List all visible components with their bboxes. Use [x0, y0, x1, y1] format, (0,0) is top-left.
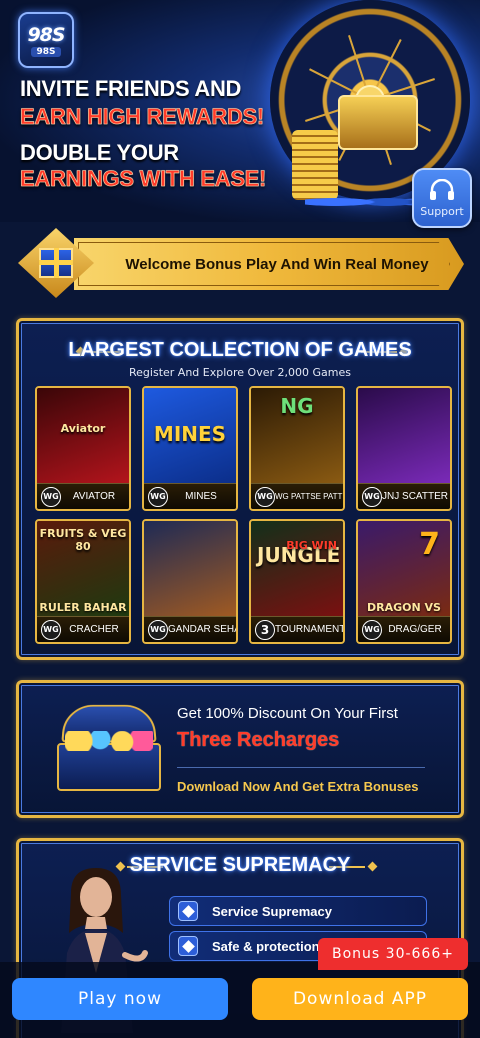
game-art-text: Aviator — [60, 422, 106, 435]
game-artwork: JUNGLE BIG WIN — [251, 521, 343, 616]
game-name: WG PATTSE PATTI — [275, 492, 343, 501]
hero-line-1: INVITE FRIENDS AND — [20, 76, 242, 101]
game-tile[interactable]: WG JNJ SCATTER — [356, 386, 452, 511]
game-provider-badge: 3 — [255, 619, 275, 640]
service-item-label: Service Supremacy — [212, 903, 332, 919]
game-tile[interactable]: MINES WG MINES — [142, 386, 238, 511]
game-art-text: MINES — [153, 422, 227, 446]
diamond-icon — [178, 936, 198, 956]
support-button[interactable]: Support — [412, 168, 472, 228]
logo-text: 98S — [27, 23, 65, 46]
game-artwork: FRUITS & VEG 80 RULER BAHAR — [37, 521, 129, 616]
discount-line-2: Three Recharges — [177, 729, 340, 751]
discount-line-1: Get 100% Discount On Your First — [177, 705, 398, 722]
headset-icon — [430, 178, 454, 200]
game-tile[interactable]: NG WG WG PATTSE PATTI — [249, 386, 345, 511]
brand-logo[interactable]: 98S 98S — [18, 12, 74, 68]
game-name: CRACHER — [69, 624, 119, 635]
game-name: DRAG/GER — [388, 624, 442, 635]
treasure-chest-icon — [49, 703, 169, 793]
game-art-text: 7 — [419, 527, 440, 562]
game-tile-footer: WG JNJ SCATTER — [358, 483, 450, 509]
game-tile[interactable]: JUNGLE BIG WIN 3 TOURNAMENT — [249, 519, 345, 644]
game-name: AVIATOR — [72, 491, 116, 502]
hero-line-3: DOUBLE YOUR — [20, 140, 179, 165]
discount-line-3: Download Now And Get Extra Bonuses — [177, 779, 419, 794]
game-artwork — [358, 388, 450, 483]
game-artwork: 7DRAGON VS TIGER — [358, 521, 450, 627]
game-provider-badge: WG — [148, 619, 168, 640]
game-art-text: NG — [280, 394, 314, 418]
game-name: MINES — [185, 491, 217, 502]
game-provider-badge: WG — [255, 486, 275, 507]
game-tile[interactable]: 7DRAGON VS TIGERWG DRAG/GER — [356, 519, 452, 644]
game-tile-footer: WG CRACHER — [37, 616, 129, 642]
game-tile-footer: 3 TOURNAMENT — [251, 616, 343, 642]
game-tile[interactable]: WGGANDAR SEHAR — [142, 519, 238, 644]
download-app-button[interactable]: Download APP — [252, 978, 468, 1020]
bonus-badge: Bonus 30-666+ — [318, 938, 468, 970]
game-name: JNJ SCATTER — [382, 491, 448, 502]
game-tile-footer: WG WG PATTSE PATTI — [251, 483, 343, 509]
game-artwork: Aviator — [37, 388, 129, 483]
game-name: TOURNAMENT — [275, 624, 343, 635]
game-art-text-2: BIG WIN — [286, 539, 337, 552]
games-section-subtitle: Register And Explore Over 2,000 Games — [129, 366, 351, 379]
game-tile[interactable]: Aviator WG AVIATOR — [35, 386, 131, 511]
game-artwork: MINES — [144, 388, 236, 483]
games-section-title: LARGEST COLLECTION OF GAMES — [68, 339, 412, 361]
game-provider-badge: WG — [362, 486, 382, 507]
hero-banner: 98S 98S INVITE FRIENDS AND EARN HIGH REW… — [0, 0, 480, 222]
game-artwork: NG — [251, 388, 343, 483]
game-provider-badge: WG — [362, 619, 382, 640]
diamond-icon — [178, 901, 198, 921]
game-art-text: FRUITS & VEG 80 — [39, 527, 127, 553]
hero-line-4: EARNINGS WITH EASE! — [20, 166, 267, 192]
welcome-bar: Welcome Bonus Play And Win Real Money — [74, 238, 464, 290]
treasure-chest-image — [338, 95, 418, 150]
game-tile-footer: WG DRAG/GER — [358, 616, 450, 642]
game-art-text-2: RULER BAHAR — [39, 601, 127, 614]
games-panel: LARGEST COLLECTION OF GAMES Register And… — [16, 318, 464, 660]
discount-panel[interactable]: Get 100% Discount On Your First Three Re… — [16, 680, 464, 818]
game-tile-footer: WGGANDAR SEHAR — [144, 616, 236, 642]
game-tile-footer: WG AVIATOR — [37, 483, 129, 509]
game-artwork — [144, 521, 236, 616]
support-label: Support — [420, 204, 464, 218]
play-now-button[interactable]: Play now — [12, 978, 228, 1020]
game-provider-badge: WG — [148, 486, 168, 507]
service-item-supremacy: Service Supremacy — [169, 896, 427, 926]
hero-line-2: EARN HIGH REWARDS! — [20, 104, 265, 130]
game-provider-badge: WG — [41, 619, 61, 640]
game-tile-footer: WG MINES — [144, 483, 236, 509]
welcome-bonus-banner[interactable]: Welcome Bonus Play And Win Real Money — [18, 228, 466, 298]
game-name: GANDAR SEHAR — [168, 624, 236, 635]
game-tile[interactable]: FRUITS & VEG 80 RULER BAHAR WG CRACHER — [35, 519, 131, 644]
game-provider-badge: WG — [41, 486, 61, 507]
welcome-text: Welcome Bonus Play And Win Real Money — [125, 255, 429, 273]
service-item-label: Safe & protection — [212, 938, 320, 954]
logo-sub: 98S — [31, 46, 61, 57]
